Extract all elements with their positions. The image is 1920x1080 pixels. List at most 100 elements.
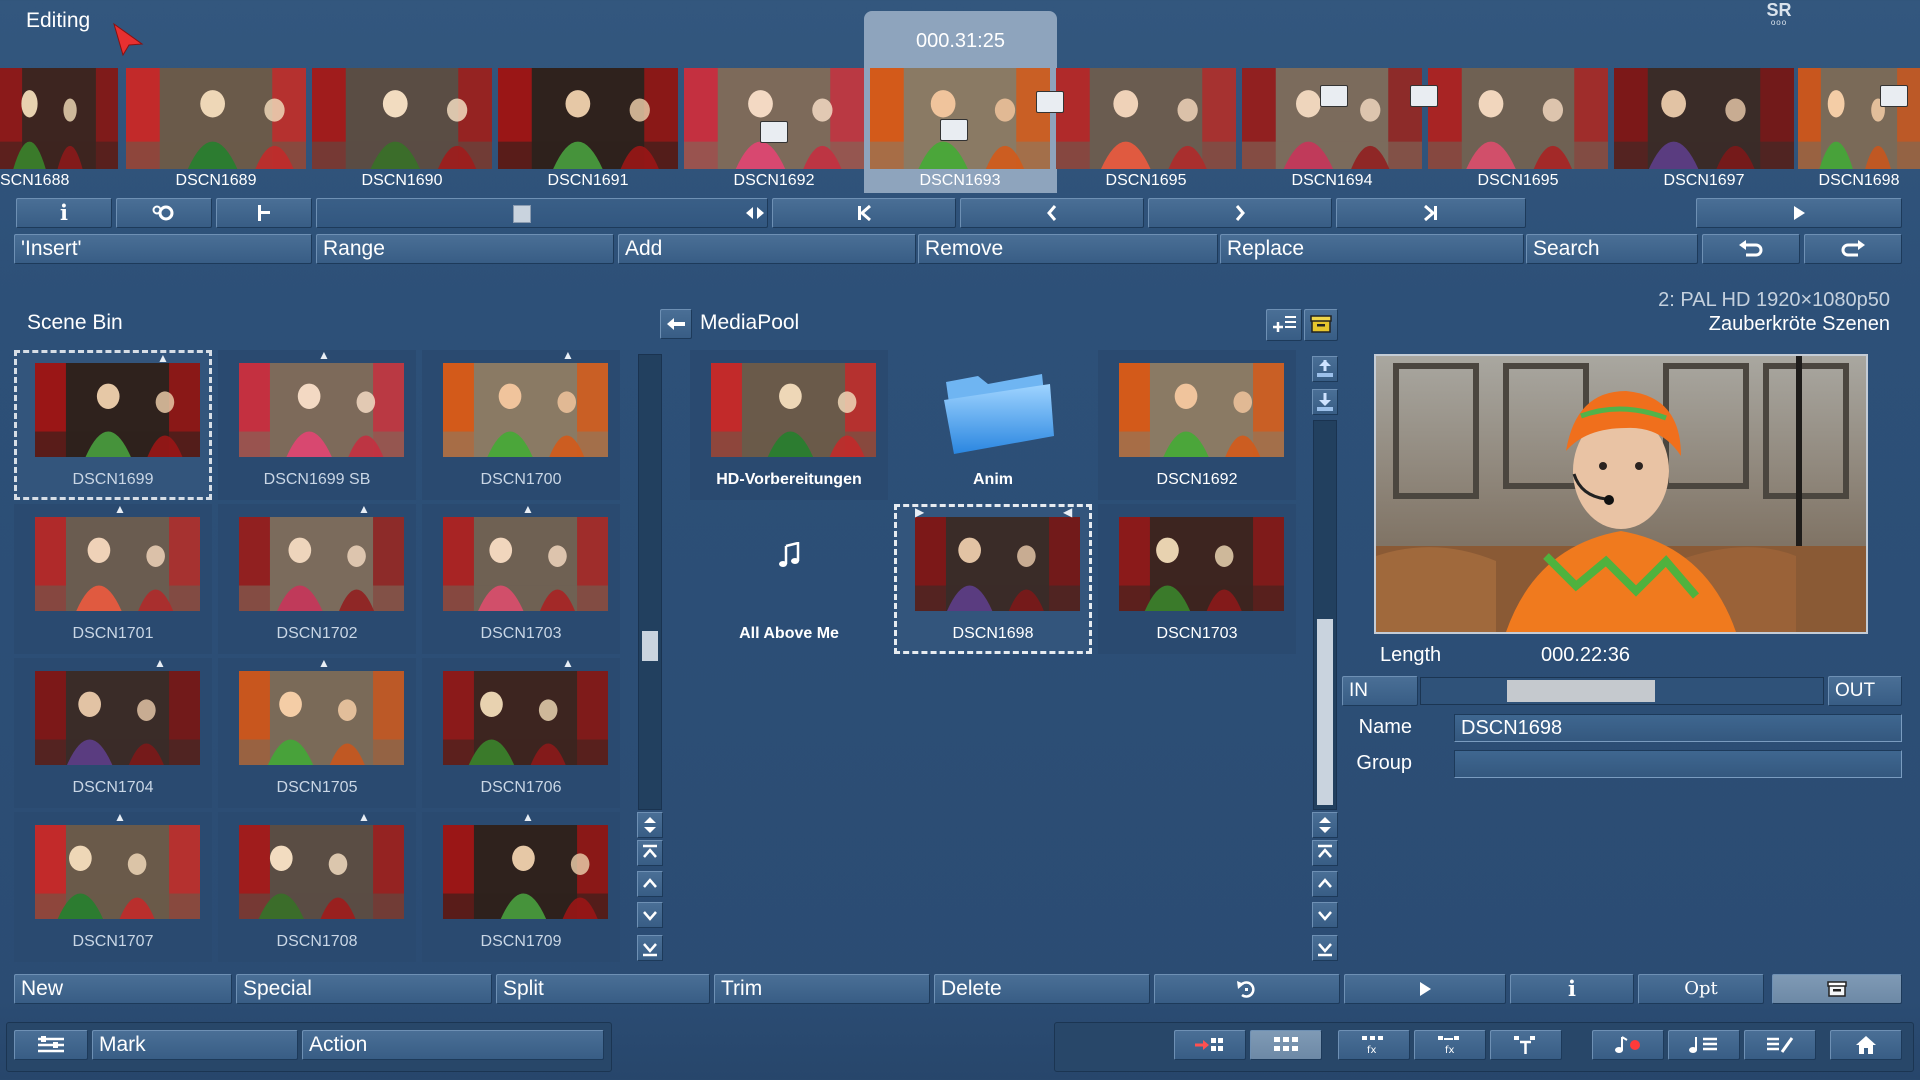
scene-bin-scroll-split[interactable] — [637, 812, 663, 838]
timeline-clip-thumbnail[interactable] — [1056, 68, 1236, 169]
mediapool-scroll-down[interactable] — [1312, 902, 1338, 928]
menu-button[interactable] — [14, 1030, 88, 1060]
mediapool-scrollbar[interactable] — [1313, 420, 1337, 810]
in-point-button[interactable]: IN — [1342, 676, 1418, 706]
scene-bin-item[interactable]: DSCN1703 ▲ — [422, 502, 620, 654]
storyboard-view-button[interactable] — [1250, 1030, 1322, 1060]
archive-button[interactable] — [1772, 974, 1902, 1004]
scene-bin-scroll-thumb[interactable] — [642, 631, 658, 661]
range-button[interactable]: Range — [316, 234, 614, 264]
settings-button[interactable] — [116, 198, 212, 228]
remove-button[interactable]: Remove — [918, 234, 1218, 264]
storyboard-strip[interactable]: SCN1688 DSCN1689 DSCN1690 DSCN1691 DSCN1692 D… — [0, 67, 1920, 193]
in-out-range-selection[interactable] — [1507, 680, 1655, 702]
timeline-clip-thumbnail[interactable] — [126, 68, 306, 169]
scrub-slider[interactable] — [316, 198, 768, 228]
scene-bin-label: DSCN1702 — [276, 625, 358, 642]
name-field[interactable]: DSCN1698 — [1454, 714, 1902, 742]
timeline-clip-thumbnail[interactable] — [684, 68, 864, 169]
scene-bin-grid[interactable]: DSCN1699 ▲ DSCN1699 SB ▲ DSCN1700 ▲ DSCN1701 ▲ D… — [14, 348, 626, 966]
scene-bin-item[interactable]: DSCN1699 SB ▲ — [218, 348, 416, 500]
restore-button[interactable] — [1154, 974, 1340, 1004]
mediapool-item[interactable]: DSCN1698 ▶ ◀ — [894, 504, 1092, 654]
scene-bin-item[interactable]: DSCN1699 ▲ — [14, 350, 212, 500]
scene-bin-scroll-top[interactable] — [637, 840, 663, 866]
trim-button[interactable]: Trim — [714, 974, 930, 1004]
scene-bin-item[interactable]: DSCN1709 ▲ — [422, 810, 620, 962]
edit-settings-button[interactable] — [1744, 1030, 1816, 1060]
timeline-clip-thumbnail[interactable] — [0, 68, 118, 169]
mediapool-archive-button[interactable] — [1304, 309, 1338, 341]
mediapool-item[interactable]: DSCN1692 — [1098, 350, 1296, 500]
mediapool-scroll-split[interactable] — [1312, 812, 1338, 838]
go-start-button[interactable] — [772, 198, 956, 228]
timeline-clip-label: DSCN1693 — [919, 172, 1001, 189]
scene-bin-scroll-up[interactable] — [637, 871, 663, 897]
timeline-clip-thumbnail[interactable] — [312, 68, 492, 169]
options-button[interactable]: Opt — [1638, 974, 1764, 1004]
home-button[interactable] — [1830, 1030, 1902, 1060]
redo-button[interactable] — [1804, 234, 1902, 264]
mediapool-scroll-thumb[interactable] — [1317, 619, 1333, 805]
skip-end-icon — [1424, 205, 1437, 222]
split-marker-button[interactable] — [216, 198, 312, 228]
scene-bin-scroll-bottom[interactable] — [637, 935, 663, 961]
scene-bin-item[interactable]: DSCN1701 ▲ — [14, 502, 212, 654]
new-button[interactable]: New — [14, 974, 232, 1004]
undo-button[interactable] — [1702, 234, 1800, 264]
scene-bin-item[interactable]: DSCN1707 ▲ — [14, 810, 212, 962]
transition-effects-button[interactable]: fx — [1414, 1030, 1486, 1060]
info-button[interactable]: i — [16, 198, 112, 228]
replace-button[interactable]: Replace — [1220, 234, 1524, 264]
action-button[interactable]: Action — [302, 1030, 604, 1060]
mediapool-item[interactable]: Anim — [894, 350, 1092, 500]
delete-button[interactable]: Delete — [934, 974, 1150, 1004]
mediapool-item[interactable]: HD-Vorbereitungen — [690, 350, 888, 500]
prev-scene-button[interactable] — [960, 198, 1144, 228]
clip-info-button[interactable]: i — [1510, 974, 1634, 1004]
play-button[interactable] — [1696, 198, 1902, 228]
mediapool-scroll-up[interactable] — [1312, 871, 1338, 897]
scene-bin-item[interactable]: DSCN1708 ▲ — [218, 810, 416, 962]
scene-bin-item[interactable]: DSCN1704 ▲ — [14, 656, 212, 808]
play-clip-button[interactable] — [1344, 974, 1506, 1004]
scene-bin-item[interactable]: DSCN1705 ▲ — [218, 656, 416, 808]
timeline-clip-thumbnail[interactable] — [1614, 68, 1794, 169]
mediapool-item[interactable]: DSCN1703 — [1098, 504, 1296, 654]
scene-bin-label: DSCN1704 — [72, 779, 154, 796]
add-to-list-button[interactable] — [1266, 309, 1302, 341]
scene-effects-button[interactable]: fx — [1338, 1030, 1410, 1060]
mediapool-grid[interactable]: HD-Vorbereitungen Anim DSCN1692 All Above M… — [690, 350, 1310, 670]
mediapool-scroll-top[interactable] — [1312, 840, 1338, 866]
mediapool-export-button[interactable] — [1312, 389, 1338, 415]
out-point-button[interactable]: OUT — [1828, 676, 1902, 706]
timeline-clip-thumbnail[interactable] — [1798, 68, 1920, 169]
split-button[interactable]: Split — [496, 974, 710, 1004]
mediapool-scroll-bottom[interactable] — [1312, 935, 1338, 961]
timeline-clip-thumbnail[interactable] — [498, 68, 678, 169]
group-field[interactable] — [1454, 750, 1902, 778]
titling-button[interactable] — [1490, 1030, 1562, 1060]
mediapool-item[interactable]: All Above Me — [690, 504, 888, 654]
scene-bin-item[interactable]: DSCN1706 ▲ — [422, 656, 620, 808]
scene-bin-item[interactable]: DSCN1702 ▲ — [218, 502, 416, 654]
timeline-clip-thumbnail[interactable] — [1242, 68, 1422, 169]
insert-to-timeline-button[interactable] — [1174, 1030, 1246, 1060]
in-out-range-bar[interactable] — [1420, 677, 1824, 705]
scene-bin-scrollbar[interactable] — [638, 354, 662, 810]
go-end-button[interactable] — [1336, 198, 1526, 228]
mediapool-import-button[interactable] — [1312, 356, 1338, 382]
scene-bin-item[interactable]: DSCN1700 ▲ — [422, 348, 620, 500]
insert-button[interactable]: 'Insert' — [14, 234, 312, 264]
audio-mix-button[interactable] — [1668, 1030, 1740, 1060]
add-button[interactable]: Add — [618, 234, 916, 264]
timeline-clip-thumbnail[interactable] — [1428, 68, 1608, 169]
special-button[interactable]: Special — [236, 974, 492, 1004]
scene-bin-scroll-down[interactable] — [637, 902, 663, 928]
mark-button[interactable]: Mark — [92, 1030, 298, 1060]
scrub-slider-thumb[interactable] — [513, 205, 531, 223]
search-button[interactable]: Search — [1526, 234, 1698, 264]
audio-record-button[interactable] — [1592, 1030, 1664, 1060]
mediapool-back-button[interactable] — [660, 309, 692, 339]
next-scene-button[interactable] — [1148, 198, 1332, 228]
